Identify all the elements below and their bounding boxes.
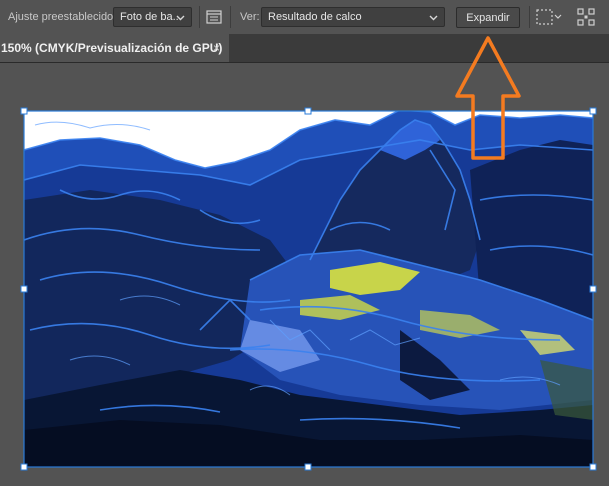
orange-arrow-up bbox=[455, 36, 521, 160]
